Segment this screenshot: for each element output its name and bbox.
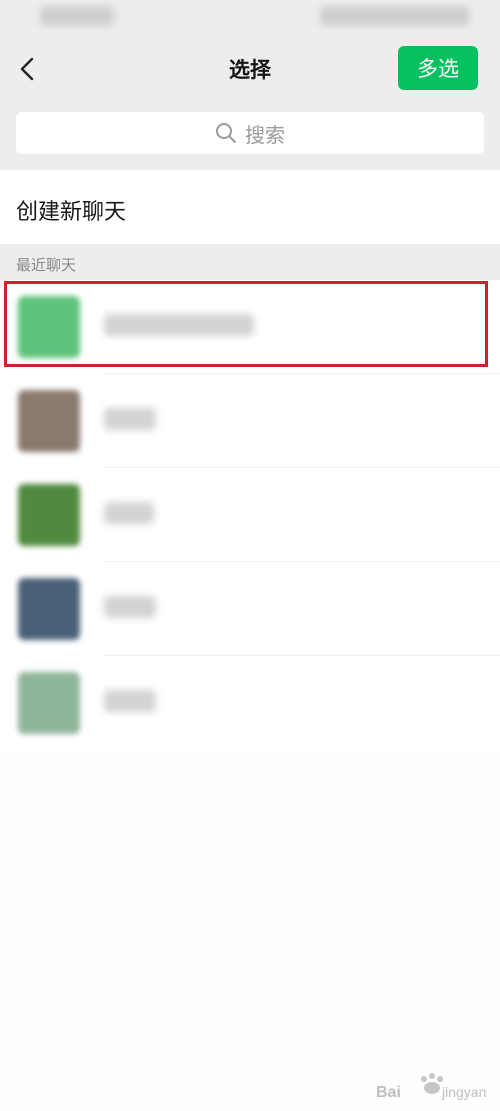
chat-item-3[interactable]	[0, 468, 500, 562]
avatar	[18, 296, 80, 358]
avatar	[18, 672, 80, 734]
status-bar	[0, 0, 500, 36]
svg-text:jingyan: jingyan	[441, 1084, 486, 1100]
chat-name-blurred	[104, 314, 254, 336]
search-icon	[216, 123, 236, 143]
status-left-blurred	[40, 6, 114, 26]
recent-chats-header: 最近聊天	[0, 244, 500, 280]
search-input[interactable]: 搜索	[16, 112, 484, 154]
recent-chats-label: 最近聊天	[16, 256, 77, 274]
create-new-chat-row[interactable]: 创建新聊天	[0, 170, 500, 244]
avatar	[18, 578, 80, 640]
status-right-blurred	[320, 6, 470, 26]
chat-item-5[interactable]	[0, 656, 500, 750]
chat-name-blurred	[104, 408, 156, 430]
chat-name-blurred	[104, 596, 156, 618]
share-select-screen: 选择 多选 搜索 创建新聊天 最近聊天 Bai jingyan	[0, 0, 500, 1111]
nav-header: 选择 多选	[0, 36, 500, 100]
chat-name-blurred	[104, 690, 156, 712]
chat-item-4[interactable]	[0, 562, 500, 656]
search-area: 搜索	[0, 100, 500, 170]
search-placeholder: 搜索	[245, 122, 285, 147]
baidu-jingyan-logo: Bai jingyan	[376, 1073, 486, 1101]
chat-item-1[interactable]	[0, 280, 500, 374]
chat-name-blurred	[104, 502, 154, 524]
create-new-chat-label: 创建新聊天	[16, 200, 127, 225]
avatar	[18, 390, 80, 452]
multi-select-button[interactable]: 多选	[398, 46, 478, 90]
svg-text:Bai: Bai	[376, 1084, 401, 1101]
recent-chat-list	[0, 280, 500, 750]
chat-item-2[interactable]	[0, 374, 500, 468]
avatar	[18, 484, 80, 546]
